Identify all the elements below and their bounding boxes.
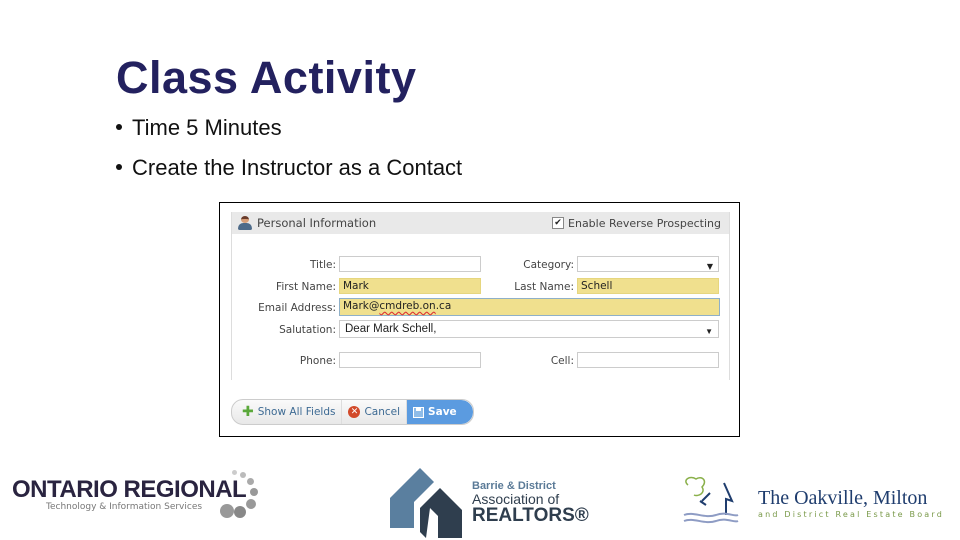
phone-input[interactable] [339, 352, 481, 368]
show-all-fields-button[interactable]: ✚ Show All Fields [232, 400, 343, 424]
title-input[interactable] [339, 256, 481, 272]
show-all-fields-label: Show All Fields [257, 406, 336, 418]
barrie-line3: REALTORS® [472, 505, 589, 526]
email-domain: cmdreb.on [379, 300, 436, 312]
email-tld: .ca [435, 300, 452, 312]
cancel-button[interactable]: ✕ Cancel [342, 400, 408, 424]
oakville-logo-name: The Oakville, Milton [758, 486, 928, 509]
category-label: Category: [523, 259, 574, 271]
last-name-label: Last Name: [514, 281, 574, 293]
salutation-value: Dear Mark Schell, [345, 323, 437, 335]
plus-icon: ✚ [242, 404, 254, 420]
section-title: Personal Information [257, 216, 377, 230]
form-screenshot: Personal Information ✔ Enable Reverse Pr… [219, 202, 740, 437]
bullet-item: Create the Instructor as a Contact [116, 155, 462, 195]
title-label: Title: [309, 259, 336, 271]
cell-label: Cell: [550, 355, 574, 367]
oakville-milton-logo: The Oakville, Milton and District Real E… [680, 475, 944, 530]
cancel-icon: ✕ [348, 406, 361, 418]
tree-house-water-icon [683, 476, 739, 524]
person-icon [238, 216, 252, 230]
email-input[interactable]: Mark@cmdreb.on.ca [339, 298, 720, 316]
salutation-select[interactable]: Dear Mark Schell, ▼ [339, 320, 719, 338]
last-name-input[interactable]: Schell [577, 278, 719, 294]
email-label: Email Address: [258, 302, 336, 314]
panel-header: Personal Information ✔ Enable Reverse Pr… [232, 212, 729, 234]
save-button[interactable]: Save [407, 400, 473, 424]
dots-graphic-icon [212, 470, 262, 530]
save-disk-icon [413, 406, 425, 418]
bullet-item: Time 5 Minutes [116, 115, 462, 155]
ontario-regional-logo: ONTARIO REGIONAL Technology & Informatio… [12, 470, 258, 518]
bullet-dot [116, 124, 122, 131]
cancel-label: Cancel [364, 406, 401, 418]
reverse-prospecting-label: Enable Reverse Prospecting [568, 216, 721, 230]
category-select[interactable]: ▼ [577, 256, 719, 272]
form-action-bar: ✚ Show All Fields ✕ Cancel Save [231, 399, 474, 425]
chevron-down-icon: ▼ [706, 262, 713, 271]
oakville-logo-tagline: and District Real Estate Board [758, 509, 945, 519]
bullet-dot [116, 164, 122, 171]
barrie-realtors-logo: Barrie & District Association of REALTOR… [390, 468, 589, 538]
salutation-label: Salutation: [279, 324, 336, 336]
barrie-house-icon [390, 468, 462, 538]
save-label: Save [428, 406, 457, 418]
phone-label: Phone: [299, 355, 336, 367]
chevron-down-icon: ▼ [705, 327, 713, 336]
cell-input[interactable] [577, 352, 719, 368]
barrie-line2: Association of [472, 491, 560, 507]
slide-title: Class Activity [116, 52, 417, 103]
first-name-label: First Name: [276, 281, 336, 293]
bullet-text: Create the Instructor as a Contact [132, 155, 463, 180]
reverse-prospecting-checkbox[interactable]: ✔ [552, 217, 565, 229]
bullet-text: Time 5 Minutes [132, 115, 282, 140]
email-user: Mark@ [343, 300, 380, 312]
bullet-list: Time 5 Minutes Create the Instructor as … [116, 115, 462, 195]
first-name-input[interactable]: Mark [339, 278, 481, 294]
